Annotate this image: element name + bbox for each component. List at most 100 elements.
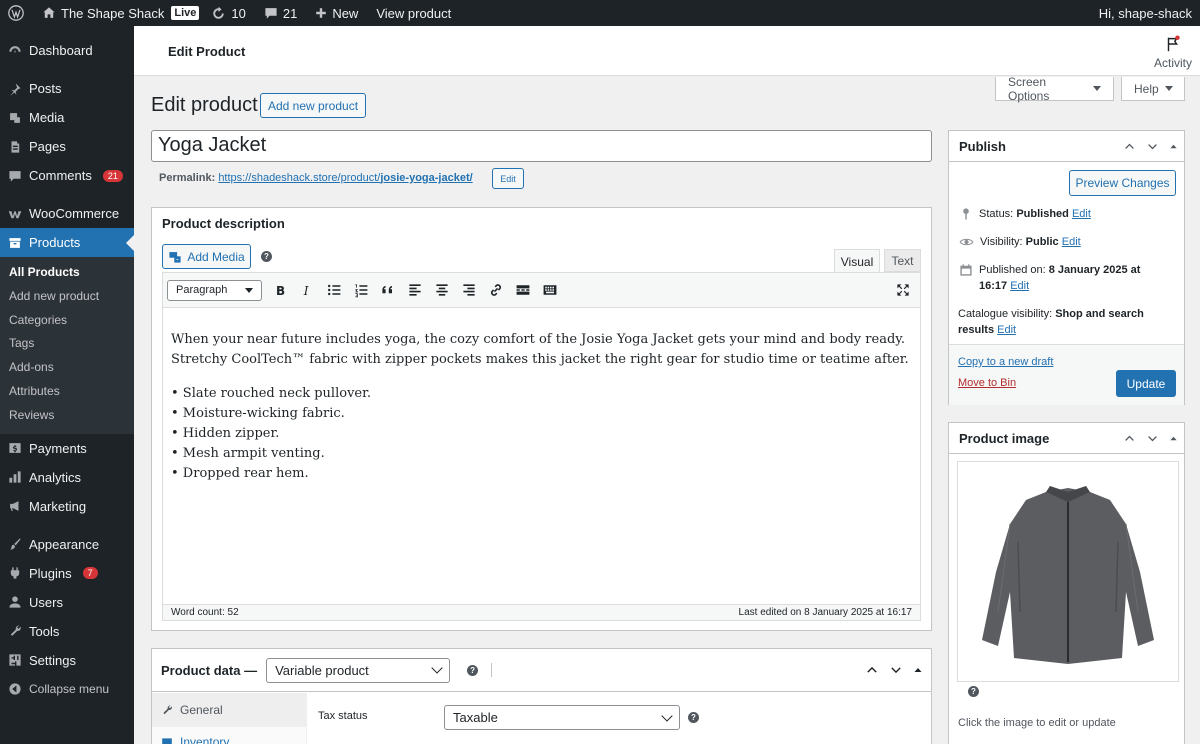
- copy-to-draft-link[interactable]: Copy to a new draft: [958, 356, 1053, 368]
- tab-inventory[interactable]: Inventory: [152, 727, 306, 744]
- menu-pages[interactable]: Pages: [0, 132, 134, 161]
- help-icon[interactable]: ?: [968, 686, 979, 697]
- submenu-all-products[interactable]: All Products: [0, 261, 134, 285]
- chevron-up-icon[interactable]: [865, 663, 879, 677]
- submenu-attributes[interactable]: Attributes: [0, 380, 134, 404]
- submenu-add-ons[interactable]: Add-ons: [0, 356, 134, 380]
- fullscreen-button[interactable]: [889, 277, 916, 304]
- menu-media[interactable]: Media: [0, 103, 134, 132]
- published-edit-link[interactable]: Edit: [1010, 280, 1029, 292]
- menu-products[interactable]: Products: [0, 228, 134, 257]
- permalink-label: Permalink:: [159, 172, 216, 184]
- align-center-button[interactable]: [428, 277, 455, 304]
- new-content-link[interactable]: New: [309, 0, 364, 26]
- chevron-up-icon[interactable]: [1123, 140, 1136, 153]
- updates-link[interactable]: 10: [205, 0, 251, 26]
- tab-text[interactable]: Text: [884, 249, 921, 272]
- chevron-down-icon[interactable]: [1146, 432, 1159, 445]
- site-name-link[interactable]: The Shape Shack Live: [36, 0, 205, 26]
- submenu-categories[interactable]: Categories: [0, 309, 134, 333]
- activity-button[interactable]: Activity: [1154, 34, 1192, 70]
- bullet-list-button[interactable]: [320, 277, 347, 304]
- help-button[interactable]: Help: [1121, 77, 1185, 101]
- menu-dashboard[interactable]: Dashboard: [0, 36, 134, 65]
- tax-status-value: Taxable: [453, 710, 498, 725]
- menu-appearance[interactable]: Appearance: [0, 530, 134, 559]
- visibility-edit-link[interactable]: Edit: [1062, 236, 1081, 248]
- chevron-down-icon[interactable]: [889, 663, 903, 677]
- submenu-tags[interactable]: Tags: [0, 332, 134, 356]
- menu-analytics[interactable]: Analytics: [0, 463, 134, 492]
- collapse-menu-button[interactable]: Collapse menu: [0, 675, 134, 704]
- blockquote-button[interactable]: [374, 277, 401, 304]
- product-type-select[interactable]: Variable product: [266, 657, 451, 683]
- insert-link-button[interactable]: [482, 277, 509, 304]
- menu-posts[interactable]: Posts: [0, 74, 134, 103]
- tab-general[interactable]: General: [152, 693, 306, 727]
- jacket-image: [982, 486, 1154, 664]
- tax-status-select[interactable]: Taxable: [444, 705, 680, 730]
- menu-marketing[interactable]: Marketing: [0, 492, 134, 521]
- numbered-list-button[interactable]: [347, 277, 374, 304]
- collapse-menu-label: Collapse menu: [29, 682, 110, 697]
- help-icon[interactable]: ?: [261, 251, 272, 262]
- chevron-up-icon[interactable]: [1123, 432, 1136, 445]
- permalink-base: https://shadeshack.store/product/: [218, 172, 381, 184]
- collapse-arrow-icon[interactable]: [913, 663, 923, 677]
- italic-button[interactable]: I: [293, 277, 320, 304]
- menu-settings[interactable]: Settings: [0, 646, 134, 675]
- menu-users[interactable]: Users: [0, 588, 134, 617]
- permalink-link[interactable]: https://shadeshack.store/product/josie-y…: [218, 172, 472, 184]
- publish-box: Publish Preview Changes Status: Publishe…: [948, 130, 1185, 405]
- admin-bar: The Shape Shack Live 10 21 New View prod…: [0, 0, 1200, 26]
- menu-settings-label: Settings: [29, 652, 76, 668]
- publish-box-header: Publish: [949, 131, 1184, 162]
- svg-text:B: B: [276, 284, 285, 298]
- preview-changes-button[interactable]: Preview Changes: [1069, 170, 1176, 196]
- visibility-label: Visibility:: [980, 236, 1023, 248]
- status-value: Published: [1016, 208, 1069, 220]
- submenu-add-new-product[interactable]: Add new product: [0, 285, 134, 309]
- bullet-item: • Moisture-wicking fabric.: [171, 406, 345, 421]
- bold-button[interactable]: B: [266, 277, 293, 304]
- product-title-input[interactable]: Yoga Jacket: [151, 130, 932, 162]
- product-image[interactable]: [957, 461, 1179, 682]
- italic-icon: I: [302, 284, 308, 298]
- catalogue-edit-link[interactable]: Edit: [997, 324, 1016, 336]
- menu-plugins[interactable]: Plugins 7: [0, 559, 134, 588]
- move-to-bin-link[interactable]: Move to Bin: [958, 377, 1016, 389]
- align-left-button[interactable]: [401, 277, 428, 304]
- read-more-button[interactable]: [509, 277, 536, 304]
- align-right-button[interactable]: [455, 277, 482, 304]
- permalink-slug: josie-yoga-jacket/: [380, 172, 473, 184]
- editor-content[interactable]: When your near future includes yoga, the…: [163, 308, 920, 484]
- help-icon[interactable]: ?: [467, 664, 479, 676]
- wordpress-logo-button[interactable]: [0, 0, 30, 26]
- pin-icon: [10, 82, 21, 96]
- menu-comments[interactable]: Comments 21: [0, 161, 134, 190]
- menu-woocommerce[interactable]: WooCommerce: [0, 199, 134, 228]
- submenu-reviews[interactable]: Reviews: [0, 404, 134, 428]
- permalink-edit-button[interactable]: Edit: [492, 168, 524, 189]
- brush-icon: [10, 538, 21, 550]
- update-button[interactable]: Update: [1116, 370, 1176, 397]
- comments-link[interactable]: 21: [258, 0, 303, 26]
- calendar-icon: [960, 264, 972, 276]
- chevron-down-icon[interactable]: [1146, 140, 1159, 153]
- add-new-product-button[interactable]: Add new product: [260, 93, 366, 118]
- view-product-link[interactable]: View product: [370, 0, 457, 26]
- status-edit-link[interactable]: Edit: [1072, 208, 1091, 220]
- tab-visual[interactable]: Visual: [834, 249, 880, 273]
- menu-tools[interactable]: Tools: [0, 617, 134, 646]
- menu-payments[interactable]: Payments: [0, 434, 134, 463]
- collapse-arrow-icon[interactable]: [1169, 140, 1178, 153]
- help-icon[interactable]: ?: [688, 712, 699, 723]
- user-greeting[interactable]: Hi, shape-shack: [1093, 0, 1200, 26]
- bullet-item: • Mesh armpit venting.: [171, 446, 325, 461]
- add-media-button[interactable]: Add Media: [162, 244, 251, 269]
- screen-options-button[interactable]: Screen Options: [995, 75, 1114, 103]
- format-select[interactable]: Paragraph: [167, 279, 262, 301]
- menu-payments-label: Payments: [29, 440, 87, 456]
- collapse-arrow-icon[interactable]: [1169, 432, 1178, 445]
- toolbar-toggle-button[interactable]: [536, 277, 563, 304]
